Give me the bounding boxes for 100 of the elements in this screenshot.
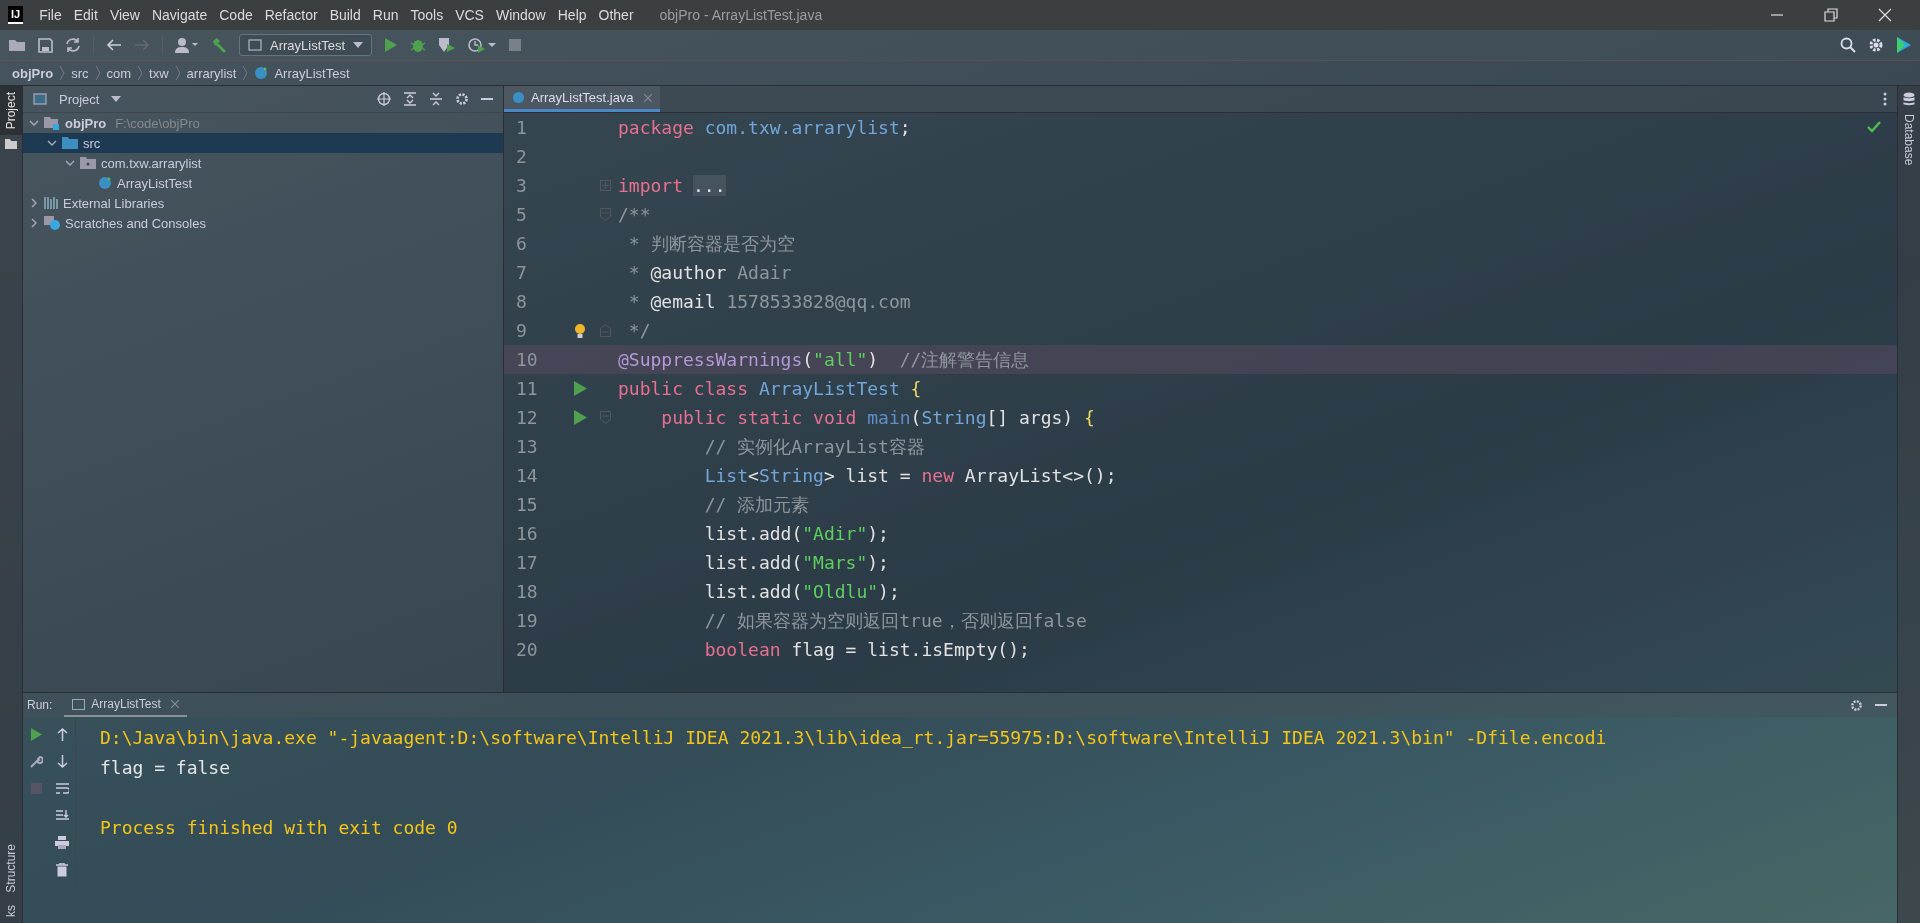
breadcrumb-item[interactable]: src xyxy=(71,65,89,81)
chevron-right-icon xyxy=(174,65,181,81)
line-number: 12 xyxy=(515,407,539,428)
chevron-right-icon xyxy=(137,65,144,81)
sync-icon[interactable] xyxy=(65,37,81,53)
line-number: 3 xyxy=(515,175,528,196)
code-line: // 实例化ArrayList容器 xyxy=(703,434,925,459)
tree-item[interactable]: src xyxy=(23,133,503,153)
menu-item[interactable]: File xyxy=(33,7,68,23)
run-tab[interactable]: ArrayListTest xyxy=(64,693,187,717)
breadcrumb-item[interactable]: com xyxy=(106,65,132,81)
lightbulb-icon[interactable] xyxy=(574,322,586,339)
menu-item[interactable]: Tools xyxy=(404,7,450,23)
code-line: @SuppressWarnings("all") //注解警告信息 xyxy=(618,347,1030,372)
up-arrow-icon[interactable] xyxy=(56,728,68,741)
breadcrumb-item[interactable]: arrarylist xyxy=(186,65,237,81)
line-number: 13 xyxy=(515,436,539,457)
tool-window-tab[interactable]: Database xyxy=(1898,108,1920,172)
menu-item[interactable]: Window xyxy=(489,7,552,23)
app-logo: IJ xyxy=(8,6,24,24)
triangle-logo-icon[interactable] xyxy=(1896,36,1912,54)
bug-icon[interactable] xyxy=(410,37,427,53)
menu-item[interactable]: Code xyxy=(213,7,259,23)
menu-item[interactable]: Navigate xyxy=(145,7,214,23)
menu-item[interactable]: View xyxy=(103,7,146,23)
code-line: list.add("Mars"); xyxy=(703,552,889,573)
save-icon[interactable] xyxy=(38,37,53,53)
collapse-all-icon[interactable] xyxy=(429,92,443,106)
editor-tab[interactable]: ArrayListTest.java xyxy=(504,86,660,112)
expand-all-icon[interactable] xyxy=(403,92,417,106)
back-arrow-icon[interactable] xyxy=(106,38,122,52)
restore-icon[interactable] xyxy=(1824,8,1838,22)
print-icon[interactable] xyxy=(55,836,69,849)
menu-item[interactable]: Refactor xyxy=(258,7,324,23)
user-icon[interactable] xyxy=(175,37,199,53)
scroll-to-end-icon[interactable] xyxy=(55,809,69,822)
tree-item[interactable]: com.txw.arrarylist xyxy=(23,153,503,173)
console-line: Process finished with exit code 0 xyxy=(100,816,459,840)
run-gutter-icon[interactable] xyxy=(573,410,587,425)
code-line: // 如果容器为空则返回true，否则返回false xyxy=(703,608,1087,633)
panel-title-dropdown[interactable]: Project xyxy=(59,91,100,107)
breadcrumb-item[interactable]: txw xyxy=(149,65,169,81)
tree-item[interactable]: External Libraries xyxy=(23,193,503,213)
search-icon[interactable] xyxy=(1840,37,1856,53)
minimize-icon[interactable] xyxy=(1875,703,1887,707)
tool-window-tab[interactable]: ks xyxy=(0,899,22,923)
line-number: 20 xyxy=(515,639,539,660)
minimize-icon[interactable] xyxy=(481,97,493,101)
chevron-right-icon xyxy=(94,65,101,81)
line-number: 19 xyxy=(515,610,539,631)
crosshair-icon[interactable] xyxy=(377,92,391,106)
caret-icon[interactable] xyxy=(111,96,122,102)
tree-item[interactable]: ArrayListTest xyxy=(23,173,503,193)
folder-icon[interactable] xyxy=(8,38,26,52)
tool-window-tab[interactable]: Structure xyxy=(0,838,22,899)
console-line: flag = false xyxy=(100,756,232,780)
soft-wrap-icon[interactable] xyxy=(55,782,69,795)
down-arrow-icon[interactable] xyxy=(56,755,68,768)
code-line: list.add("Adir"); xyxy=(703,523,889,544)
breadcrumb-item[interactable]: objPro xyxy=(12,65,54,81)
window-icon xyxy=(72,698,86,710)
run-icon[interactable] xyxy=(384,37,399,53)
class-icon xyxy=(254,66,269,80)
panel-title: Run: xyxy=(27,698,53,712)
console-line: D:\Java\bin\java.exe "-javaagent:D:\software\IntelliJ IDEA 2021.3\lib\idea_rt.jar=55975:D:\software\IntelliJ IDEA 2021.3\bin" -Dfile.encodi xyxy=(100,726,1607,750)
settings-icon[interactable] xyxy=(455,92,469,106)
more-icon[interactable] xyxy=(1883,92,1887,106)
menu-item[interactable]: VCS xyxy=(449,7,490,23)
coverage-icon[interactable] xyxy=(438,37,457,53)
class-icon xyxy=(512,91,525,104)
line-number: 1 xyxy=(515,117,528,138)
run-gutter-icon[interactable] xyxy=(573,381,587,396)
code-line: boolean flag = list.isEmpty(); xyxy=(703,639,1030,660)
checkmark-icon xyxy=(1867,121,1881,133)
tree-item[interactable]: objPro F:\code\objPro xyxy=(23,113,503,133)
tree-item[interactable]: Scratches and Consoles xyxy=(23,213,503,233)
code-line: public static void main(String[] args) { xyxy=(660,407,1095,428)
settings-icon[interactable] xyxy=(1868,37,1884,53)
trash-icon[interactable] xyxy=(56,862,68,877)
run-config-dropdown[interactable]: ArrayListTest xyxy=(239,34,373,56)
line-number: 9 xyxy=(515,320,528,341)
tool-window-tab[interactable]: Project xyxy=(0,86,22,136)
menu-item[interactable]: Edit xyxy=(67,7,104,23)
rerun-icon[interactable] xyxy=(30,728,42,741)
line-number: 8 xyxy=(515,291,528,312)
code-line: list.add("Oldlu"); xyxy=(703,581,900,602)
code-line: * 判断容器是否为空 xyxy=(627,231,795,256)
menu-item[interactable]: Help xyxy=(551,7,593,23)
profiler-icon[interactable] xyxy=(468,37,497,53)
menu-item[interactable]: Other xyxy=(592,7,640,23)
wrench-icon[interactable] xyxy=(29,755,43,768)
menu-item[interactable]: Run xyxy=(366,7,405,23)
menu-item[interactable]: Build xyxy=(323,7,367,23)
line-number: 6 xyxy=(515,233,528,254)
package-icon xyxy=(80,157,96,169)
settings-icon[interactable] xyxy=(1850,698,1863,712)
scratches-icon xyxy=(44,216,60,230)
hammer-icon[interactable] xyxy=(211,37,227,53)
code-line: public class ArrayListTest { xyxy=(618,378,922,399)
breadcrumb-item[interactable]: ArrayListTest xyxy=(274,65,350,81)
